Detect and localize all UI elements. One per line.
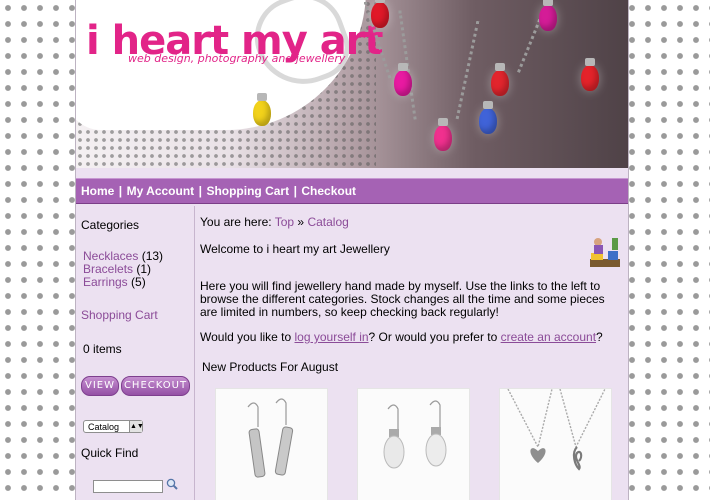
login-prompt-suffix: ? — [596, 330, 603, 344]
main-content: You are here: Top » Catalog Welcome to i… — [200, 206, 624, 500]
nav-shopping-cart-link[interactable]: Shopping Cart — [206, 184, 289, 198]
pink-bulb — [394, 63, 412, 96]
checkout-button[interactable]: CHECKOUT — [121, 376, 190, 396]
heart-clef-necklaces-photo — [507, 389, 606, 471]
header-banner: i heart my art web design, photography a… — [76, 0, 628, 168]
red-bulb — [581, 58, 599, 91]
nav-separator: | — [198, 184, 202, 198]
breadcrumb-separator: » — [294, 215, 308, 229]
login-prompt-middle: ? Or would you prefer to — [368, 330, 501, 344]
category-count: (5) — [131, 275, 146, 289]
top-navigation: Home | My Account | Shopping Cart | Chec… — [76, 178, 628, 204]
log-in-link[interactable]: log yourself in — [295, 330, 369, 344]
blue-bulb — [479, 101, 497, 134]
nav-home-link[interactable]: Home — [81, 184, 114, 198]
categories-heading: Categories — [81, 218, 140, 232]
quick-find-heading: Quick Find — [81, 446, 139, 460]
product-image-bulb-earrings[interactable] — [357, 388, 470, 500]
page-container: i heart my art web design, photography a… — [75, 0, 629, 500]
left-sidebar: Categories Necklaces (13) Bracelets (1) … — [76, 206, 195, 500]
yellow-bulb — [253, 93, 271, 126]
necklace-chain — [455, 20, 480, 120]
cart-item-count: 0 items — [83, 342, 122, 356]
magenta-bulb — [539, 0, 557, 31]
intro-paragraph: Here you will find jewellery hand made b… — [200, 279, 605, 319]
nav-separator: | — [118, 184, 123, 198]
category-count: (1) — [136, 262, 152, 276]
login-prompt-prefix: Would you like to — [200, 330, 295, 344]
red-bulb — [491, 63, 509, 96]
category-link-necklaces[interactable]: Necklaces — [83, 249, 138, 263]
view-cart-button[interactable]: VIEW — [81, 376, 119, 396]
product-image-heart-clef-necklaces[interactable] — [499, 388, 612, 500]
shop-keeper-icon — [590, 238, 620, 267]
shopping-cart-heading-link[interactable]: Shopping Cart — [81, 308, 158, 322]
nav-checkout-link[interactable]: Checkout — [301, 184, 356, 198]
breadcrumb: You are here: Top » Catalog — [200, 215, 349, 229]
pink-bulb — [434, 118, 452, 151]
red-bulb — [371, 0, 389, 28]
catalog-select[interactable]: Catalog ▲▼ — [83, 420, 144, 433]
clothespin-earrings-photo — [247, 398, 294, 478]
login-prompt: Would you like to log yourself in? Or wo… — [200, 331, 624, 344]
create-account-link[interactable]: create an account — [501, 330, 596, 344]
product-image-clothespin-earrings[interactable] — [215, 388, 328, 500]
nav-my-account-link[interactable]: My Account — [127, 184, 195, 198]
quick-find-input[interactable] — [93, 480, 163, 493]
welcome-text: Welcome to i heart my art Jewellery — [200, 242, 390, 256]
new-products-heading: New Products For August — [202, 360, 339, 374]
category-item: Earrings (5) — [83, 276, 163, 289]
magnifier-icon[interactable] — [166, 478, 178, 490]
breadcrumb-prefix: You are here: — [200, 215, 275, 229]
select-arrows-icon: ▲▼ — [129, 421, 144, 432]
breadcrumb-catalog-link[interactable]: Catalog — [307, 215, 348, 229]
category-count: (13) — [141, 249, 164, 263]
category-link-earrings[interactable]: Earrings — [83, 275, 128, 289]
breadcrumb-top-link[interactable]: Top — [275, 215, 294, 229]
catalog-select-value: Catalog — [88, 422, 120, 432]
logo-tagline: web design, photography and jewellery — [128, 52, 346, 65]
category-link-bracelets[interactable]: Bracelets — [83, 262, 133, 276]
category-list: Necklaces (13) Bracelets (1) Earrings (5… — [83, 250, 163, 289]
nav-separator: | — [293, 184, 297, 198]
bulb-earrings-photo — [383, 400, 447, 469]
